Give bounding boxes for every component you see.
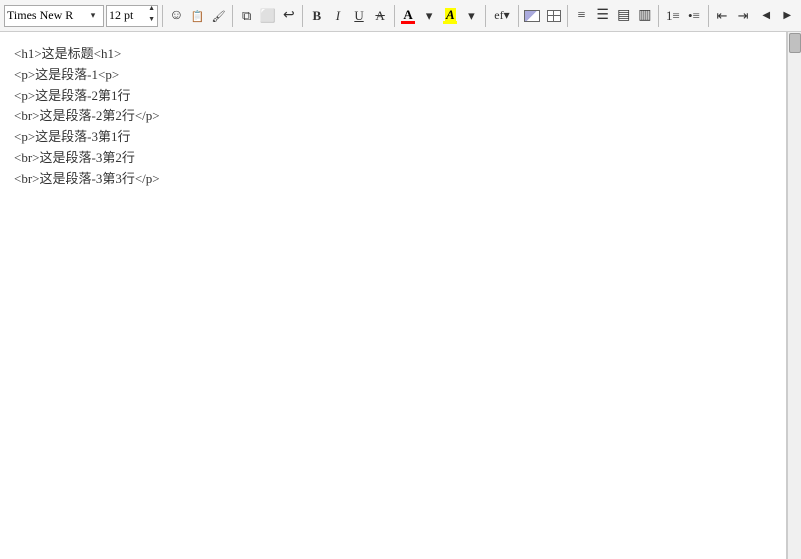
emoji-button[interactable] — [167, 5, 186, 27]
ordered-list-button[interactable]: 1≡ — [663, 5, 682, 27]
font-name-value: Times New R — [7, 8, 85, 23]
font-size-down-arrow[interactable]: ▼ — [148, 16, 155, 27]
font-size-arrows[interactable]: ▲ ▼ — [148, 5, 155, 27]
sep-6 — [518, 5, 519, 27]
effects-icon: ef▾ — [494, 8, 509, 23]
font-name-selector[interactable]: Times New R ▾ — [4, 5, 104, 27]
font-size-selector[interactable]: 12 pt ▲ ▼ — [106, 5, 158, 27]
font-color-label: A — [403, 8, 412, 21]
sep-5 — [485, 5, 486, 27]
nav-left-icon: ◀ — [762, 10, 770, 21]
align-left-icon: ≡ — [578, 8, 586, 24]
sep-9 — [708, 5, 709, 27]
paste-button[interactable] — [188, 5, 207, 27]
cut-button[interactable]: ⬜ — [258, 5, 277, 27]
effects-button[interactable]: ef▾ — [490, 5, 514, 27]
undo-icon — [283, 7, 295, 24]
toolbar: Times New R ▾ 12 pt ▲ ▼ ⬜ — [0, 0, 801, 32]
align-right-icon: ▤ — [617, 7, 630, 24]
align-justify-button[interactable]: ▥ — [635, 5, 654, 27]
align-justify-icon: ▥ — [638, 7, 651, 24]
strikethrough-button[interactable]: A — [371, 5, 390, 27]
emoji-icon — [169, 7, 183, 24]
underline-button[interactable]: U — [349, 5, 368, 27]
editor-area[interactable]: <h1>这是标题<h1> <p>这是段落-1<p> <p>这是段落-2第1行 <… — [0, 32, 787, 559]
highlight-dropdown[interactable]: ▾ — [462, 5, 481, 27]
align-center-icon: ☰ — [596, 7, 609, 24]
font-size-value: 12 pt — [109, 8, 148, 23]
indent-decrease-icon: ⇤ — [716, 8, 727, 24]
bold-label: B — [312, 8, 321, 24]
font-color-indicator — [401, 21, 415, 24]
sep-3 — [302, 5, 303, 27]
scrollbar-thumb[interactable] — [789, 33, 801, 53]
sep-4 — [394, 5, 395, 27]
insert-image-button[interactable] — [523, 5, 542, 27]
insert-table-icon — [547, 10, 561, 22]
highlight-label: A — [445, 8, 456, 21]
highlight-indicator — [443, 21, 457, 24]
unordered-list-icon: •≡ — [688, 8, 700, 24]
copy-button[interactable] — [237, 5, 256, 27]
format-paint-icon — [212, 8, 226, 24]
align-center-button[interactable]: ☰ — [593, 5, 612, 27]
highlight-button[interactable]: A — [441, 5, 460, 27]
vertical-scrollbar[interactable] — [787, 32, 801, 559]
format-paint-button[interactable] — [209, 5, 228, 27]
sep-7 — [567, 5, 568, 27]
cut-icon: ⬜ — [260, 8, 276, 24]
italic-button[interactable]: I — [328, 5, 347, 27]
indent-decrease-button[interactable]: ⇤ — [712, 5, 731, 27]
indent-increase-button[interactable]: ⇥ — [734, 5, 753, 27]
underline-label: U — [354, 8, 363, 24]
sep-1 — [162, 5, 163, 27]
font-size-up-arrow[interactable]: ▲ — [148, 5, 155, 16]
font-color-button[interactable]: A — [399, 5, 418, 27]
align-left-button[interactable]: ≡ — [572, 5, 591, 27]
strikethrough-label: A — [375, 8, 384, 24]
italic-label: I — [336, 8, 340, 24]
nav-right-button[interactable]: ▶ — [778, 5, 797, 27]
sep-8 — [658, 5, 659, 27]
insert-table-button[interactable] — [544, 5, 563, 27]
insert-image-icon — [524, 10, 540, 22]
font-color-dropdown[interactable]: ▾ — [420, 5, 439, 27]
indent-increase-icon: ⇥ — [738, 8, 749, 24]
align-right-button[interactable]: ▤ — [614, 5, 633, 27]
bold-button[interactable]: B — [307, 5, 326, 27]
nav-left-button[interactable]: ◀ — [757, 5, 776, 27]
unordered-list-button[interactable]: •≡ — [684, 5, 703, 27]
paste-icon — [191, 8, 205, 24]
nav-right-icon: ▶ — [783, 10, 791, 21]
undo-button[interactable] — [279, 5, 298, 27]
editor-content[interactable]: <h1>这是标题<h1> <p>这是段落-1<p> <p>这是段落-2第1行 <… — [14, 44, 772, 190]
font-name-dropdown-arrow[interactable]: ▾ — [85, 10, 101, 21]
main-area: <h1>这是标题<h1> <p>这是段落-1<p> <p>这是段落-2第1行 <… — [0, 32, 801, 559]
copy-icon — [242, 8, 251, 24]
ordered-list-icon: 1≡ — [666, 8, 680, 24]
app-window: Times New R ▾ 12 pt ▲ ▼ ⬜ — [0, 0, 801, 559]
sep-2 — [232, 5, 233, 27]
